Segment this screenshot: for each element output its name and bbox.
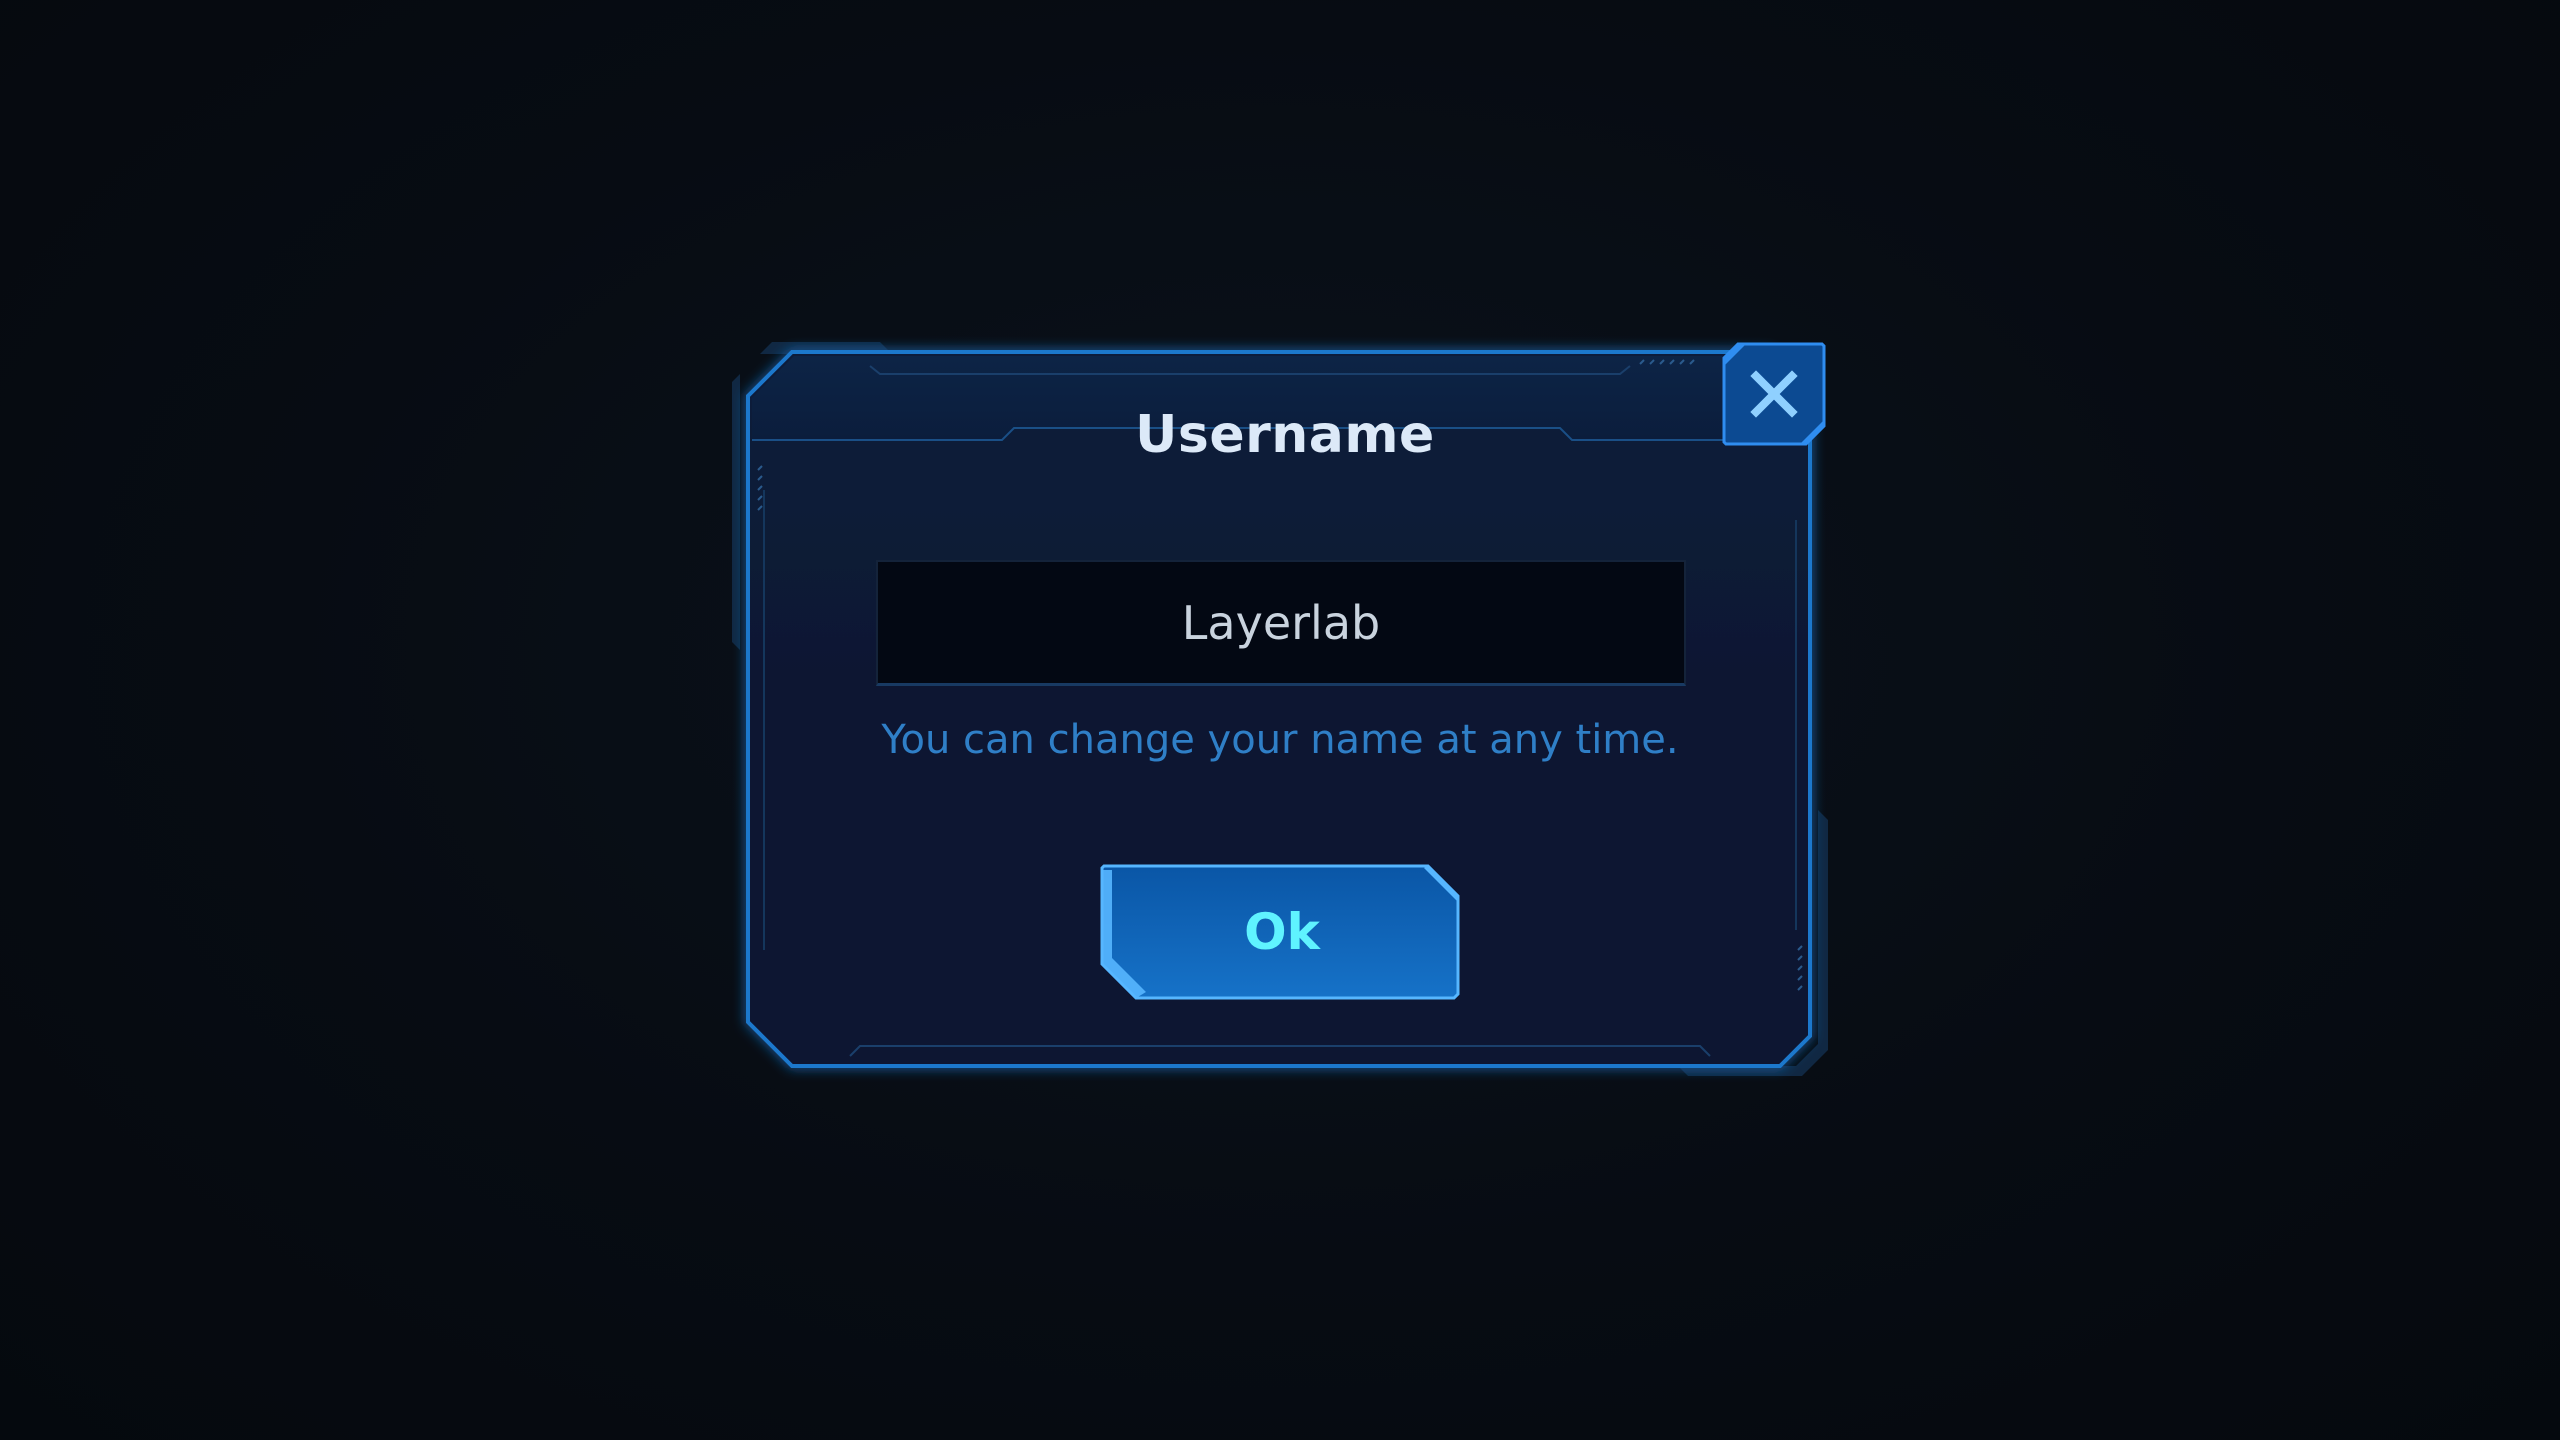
- game-screen: Username You can change your name at any…: [0, 0, 2560, 1440]
- ok-button-label: Ok: [1244, 903, 1320, 961]
- hint-text: You can change your name at any time.: [881, 717, 1679, 763]
- dialog-title: Username: [1135, 405, 1435, 465]
- close-icon: [1722, 342, 1826, 446]
- username-input[interactable]: [876, 560, 1686, 686]
- close-button[interactable]: [1722, 342, 1826, 446]
- ok-button[interactable]: Ok: [1098, 862, 1462, 1002]
